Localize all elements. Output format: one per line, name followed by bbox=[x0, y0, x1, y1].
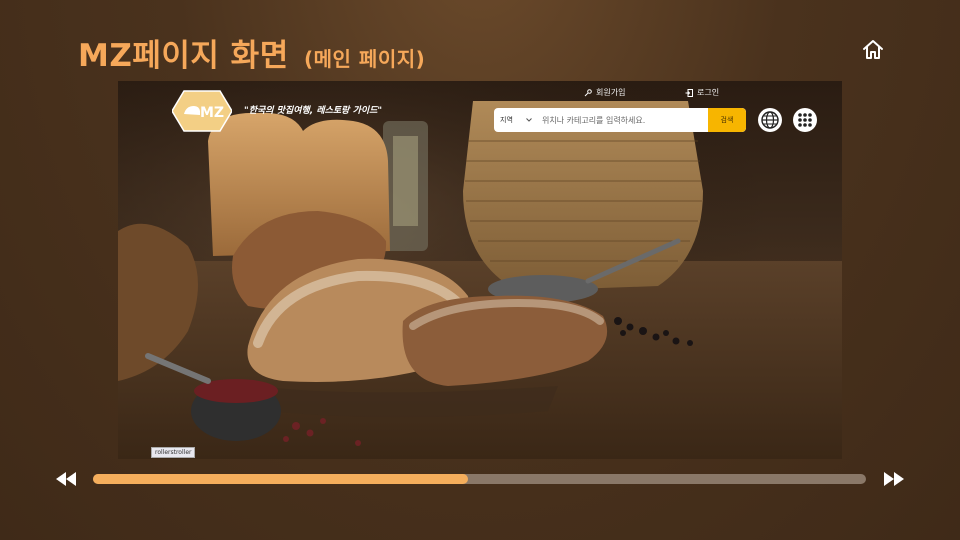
login-label: 로그인 bbox=[697, 88, 720, 97]
key-icon bbox=[584, 88, 592, 96]
website-preview: MZ "한국의 맛집여행, 레스토랑 가이드" 회원가입 로그인 지역 검색 bbox=[118, 81, 842, 459]
region-select[interactable]: 지역 bbox=[494, 108, 538, 132]
language-button[interactable] bbox=[758, 108, 782, 132]
rewind-icon bbox=[56, 472, 76, 486]
site-logo[interactable]: MZ bbox=[171, 89, 233, 133]
signup-label: 회원가입 bbox=[596, 88, 626, 97]
svg-text:MZ: MZ bbox=[200, 105, 224, 121]
search-input[interactable] bbox=[538, 108, 708, 132]
home-icon bbox=[863, 40, 883, 59]
site-tagline: "한국의 맛집여행, 레스토랑 가이드" bbox=[244, 106, 383, 116]
progress-fill bbox=[93, 474, 468, 484]
globe-icon bbox=[761, 111, 779, 129]
progress-bar[interactable] bbox=[93, 474, 866, 484]
login-icon bbox=[685, 88, 693, 97]
signup-link[interactable]: 회원가입 bbox=[584, 87, 625, 98]
rewind-button[interactable] bbox=[54, 470, 78, 488]
home-button[interactable] bbox=[860, 37, 886, 63]
image-credit-tag: rollerstroller bbox=[151, 447, 196, 458]
slide-title-main: MZ페이지 화면 bbox=[78, 38, 289, 74]
grid-menu-icon bbox=[798, 113, 812, 127]
login-link[interactable]: 로그인 bbox=[685, 87, 719, 98]
slide-title-subtitle: (메인 페이지) bbox=[304, 47, 426, 71]
menu-button[interactable] bbox=[793, 108, 817, 132]
slide-title: MZ페이지 화면 (메인 페이지) bbox=[78, 30, 425, 75]
chevron-down-icon bbox=[526, 118, 532, 122]
search-button[interactable]: 검색 bbox=[708, 108, 746, 132]
region-label: 지역 bbox=[500, 116, 513, 124]
fast-forward-button[interactable] bbox=[882, 470, 906, 488]
fast-forward-icon bbox=[884, 472, 904, 486]
search-bar: 지역 검색 bbox=[494, 108, 746, 132]
hero-bread-image bbox=[118, 81, 842, 459]
